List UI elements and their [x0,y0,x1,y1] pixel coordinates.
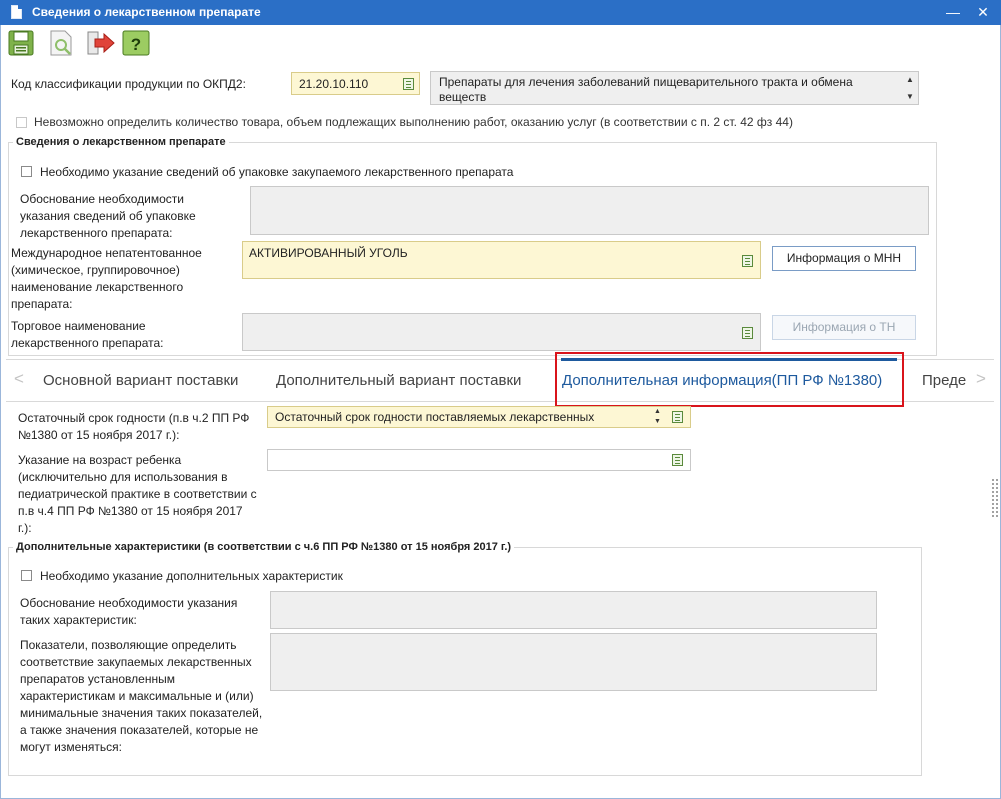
shelf-life-value: Остаточный срок годности поставляемых ле… [275,410,595,424]
select-icon[interactable] [742,327,753,339]
tab-highlight-frame [555,352,904,407]
shelf-life-label: Остаточный срок годности (п.в ч.2 ПП РФ … [18,411,250,442]
indicators-field[interactable] [270,633,877,691]
okpd-code-field[interactable]: 21.20.10.110 [291,72,420,95]
inn-field[interactable]: АКТИВИРОВАННЫЙ УГОЛЬ [242,241,761,279]
characteristics-reason-field[interactable] [270,591,877,629]
packaging-reason-field[interactable] [250,186,929,235]
trade-name-label: Торговое наименование лекарственного пре… [11,319,164,350]
tab-scroll-left-icon[interactable]: < [14,369,24,389]
okpd-description-field: Препараты для лечения заболеваний пищева… [430,71,919,105]
scroll-up-icon[interactable]: ▲ [906,75,914,84]
spin-down-icon[interactable]: ▼ [654,418,661,425]
characteristics-reason-label: Обоснование необходимости указания таких… [20,596,238,627]
save-icon [8,30,34,56]
tab-main-delivery[interactable]: Основной вариант поставки [43,372,238,389]
help-button[interactable]: ? [121,28,151,58]
indicators-label: Показатели, позволяющие определить соотв… [20,638,263,754]
tab-more[interactable]: Преде [922,372,966,389]
child-age-field[interactable] [267,449,691,471]
spin-up-icon[interactable]: ▲ [654,408,661,415]
shelf-life-field[interactable]: Остаточный срок годности поставляемых ле… [267,406,691,428]
characteristics-group-title: Дополнительные характеристики (в соответ… [13,541,515,553]
impossible-checkbox[interactable] [16,117,27,128]
resize-grip-icon[interactable] [991,478,999,518]
tab-additional-delivery[interactable]: Дополнительный вариант поставки [276,372,521,389]
characteristics-checkbox-label: Необходимо указание дополнительных харак… [40,569,343,583]
exit-icon [87,31,115,55]
trade-name-info-button[interactable]: Информация о ТН [772,315,916,340]
exit-button[interactable] [86,28,116,58]
close-button[interactable]: ✕ [970,2,996,22]
svg-text:?: ? [131,35,141,54]
preview-button[interactable] [46,28,76,58]
inn-info-button[interactable]: Информация о МНН [772,246,916,271]
characteristics-checkbox[interactable] [21,570,32,581]
select-icon[interactable] [672,454,683,466]
okpd-code-value: 21.20.10.110 [299,77,369,91]
okpd-description-value: Препараты для лечения заболеваний пищева… [439,75,853,104]
select-icon[interactable] [403,78,414,90]
tab-scroll-right-icon[interactable]: > [976,369,986,389]
packaging-reason-label: Обоснование необходимости указания сведе… [20,192,196,240]
child-age-label: Указание на возраст ребенка (исключитель… [18,453,257,535]
scroll-down-icon[interactable]: ▼ [906,92,914,101]
toolbar: ? [0,25,1001,61]
select-icon[interactable] [742,255,753,267]
select-icon[interactable] [672,411,683,423]
impossible-checkbox-label: Невозможно определить количество товара,… [34,115,793,129]
window-titlebar: Сведения о лекарственном препарате — ✕ [0,0,1001,25]
save-button[interactable] [6,28,36,58]
inn-label: Международное непатентованное (химическо… [11,246,202,311]
window-title: Сведения о лекарственном препарате [32,5,261,19]
inn-value: АКТИВИРОВАННЫЙ УГОЛЬ [249,246,408,260]
drug-info-group-title: Сведения о лекарственном препарате [13,136,229,148]
document-icon [11,5,22,19]
trade-name-field[interactable] [242,313,761,351]
packaging-checkbox[interactable] [21,166,32,177]
okpd-label: Код классификации продукции по ОКПД2: [11,77,246,91]
help-icon: ? [122,30,150,56]
minimize-button[interactable]: — [940,2,966,22]
preview-icon [50,30,72,56]
packaging-checkbox-label: Необходимо указание сведений об упаковке… [40,165,514,179]
